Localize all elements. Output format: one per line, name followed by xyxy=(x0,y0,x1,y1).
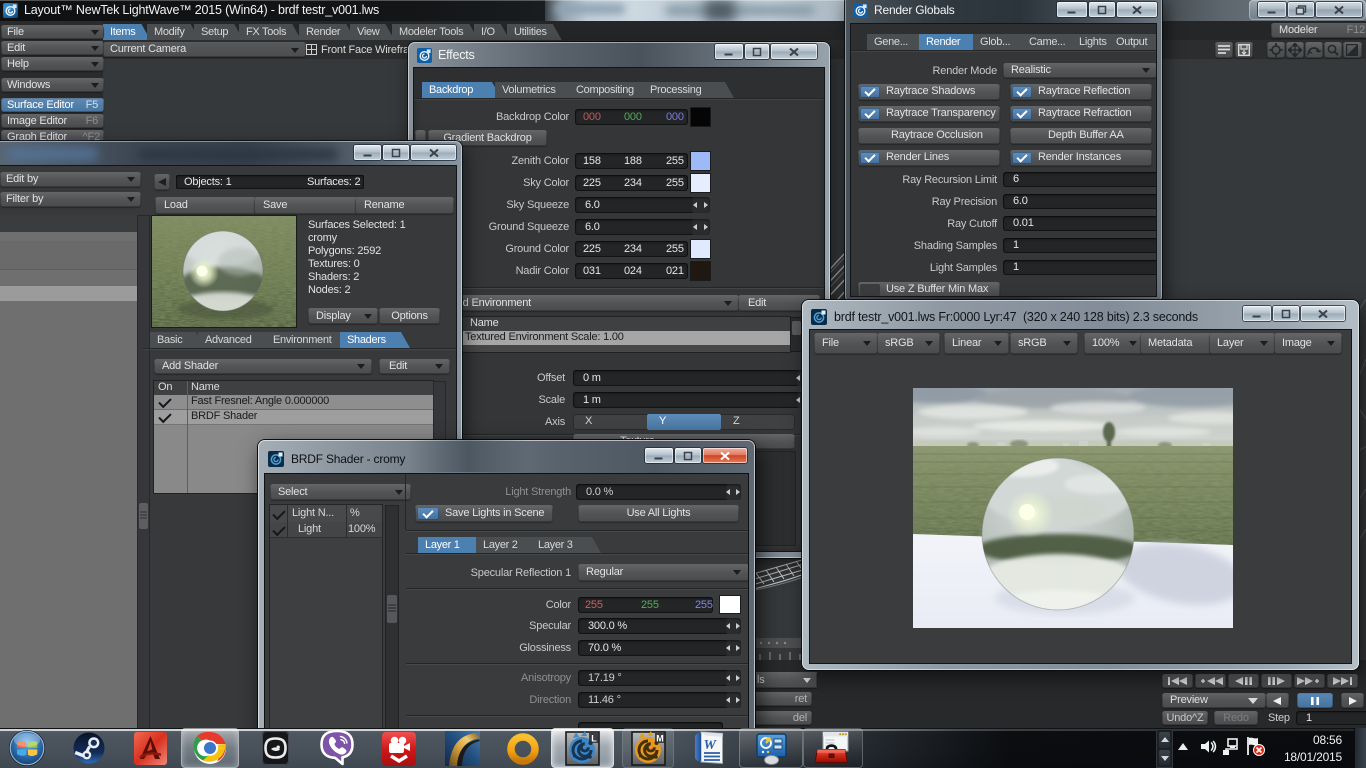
svg-text:W: W xyxy=(704,738,718,753)
svg-text:M: M xyxy=(656,734,664,744)
svg-text:L: L xyxy=(591,734,597,744)
